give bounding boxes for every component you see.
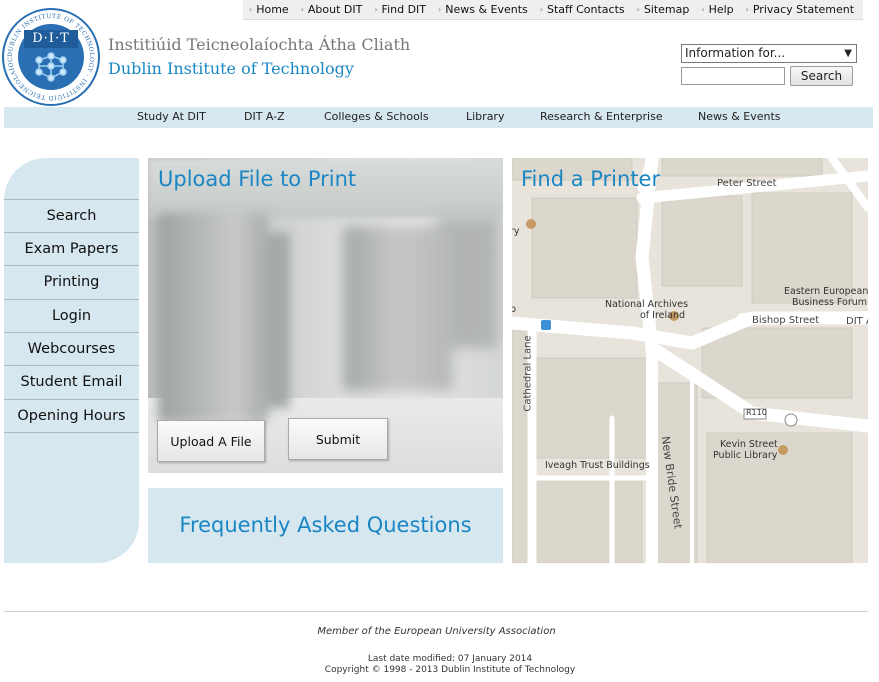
map-label-eastern-european: Eastern European [784,286,868,297]
map-label-national-archives: National Archives [605,299,689,310]
footer-copyright: Copyright © 1998 - 2013 Dublin Institute… [324,665,576,675]
search-input[interactable] [681,67,785,85]
dit-logo[interactable]: DUBLIN INSTITUTE OF TECHNOLOGY · INSTITI… [2,8,100,106]
sidebar: Search Exam Papers Printing Login Webcou… [4,158,139,563]
sidebar-item-printing[interactable]: Printing [4,265,139,298]
map-label-dit: DIT A [846,316,868,327]
photo-printer [343,226,453,391]
map-label-iveagh-trust: Iveagh Trust Buildings [545,460,650,471]
sidebar-item-opening-hours[interactable]: Opening Hours [4,399,139,433]
place-marker [526,219,536,229]
printer-map[interactable]: Find a Printer Peter Street ry b Eastern… [512,158,868,563]
chevron-right-icon: › [745,5,749,14]
main-nav-study[interactable]: Study At DIT [137,110,206,123]
search-button[interactable]: Search [790,66,853,86]
chevron-right-icon: › [701,5,705,14]
clock-icon [784,413,798,427]
chevron-right-icon: › [438,5,442,14]
chevron-right-icon: › [539,5,543,14]
utility-nav-home[interactable]: › Home [249,3,289,16]
sidebar-item-login[interactable]: Login [4,299,139,332]
footer-last-modified: Last date modified: 07 January 2014 [367,654,533,664]
utility-nav-label: About DIT [307,3,363,16]
map-label-bishop-street: Bishop Street [752,315,820,326]
upload-panel: Upload File to Print Upload A File Submi… [148,158,503,473]
sidebar-item-exam-papers[interactable]: Exam Papers [4,232,139,265]
utility-nav-staff[interactable]: › Staff Contacts [540,3,625,16]
footer-divider [4,611,868,612]
chevron-right-icon: › [249,5,253,14]
main-nav: Study At DIT DIT A-Z Colleges & Schools … [4,107,873,128]
dropdown-arrow-icon: ▼ [844,48,852,59]
upload-file-button[interactable]: Upload A File [157,420,265,462]
chevron-right-icon: › [636,5,640,14]
chevron-right-icon: › [300,5,304,14]
utility-nav: › Home › About DIT › Find DIT › News & Event… [243,0,863,20]
sidebar-item-webcourses[interactable]: Webcourses [4,332,139,365]
institute-name-irish: Institiúid Teicneolaíochta Átha Cliath [108,35,411,54]
utility-nav-find[interactable]: › Find DIT [374,3,426,16]
main-nav-library[interactable]: Library [466,110,504,123]
molecule-icon [35,52,67,82]
utility-nav-label: Privacy Statement [752,3,855,16]
utility-nav-help[interactable]: › Help [701,3,733,16]
upload-panel-title: Upload File to Print [158,167,357,191]
map-label-edge: b [512,304,517,315]
institute-name-english: Dublin Institute of Technology [108,59,354,78]
sidebar-item-student-email[interactable]: Student Email [4,365,139,398]
map-graphic [512,158,868,563]
logo-abbr: D·I·T [24,30,78,48]
bus-stop-icon [541,320,551,330]
utility-nav-label: Home [256,3,289,16]
map-label-r110: R110 [746,408,767,417]
utility-nav-label: Help [708,3,734,16]
utility-nav-label: Sitemap [643,3,690,16]
chevron-right-icon: › [374,5,378,14]
map-label-national-archives: of Ireland [640,310,686,321]
main-nav-research[interactable]: Research & Enterprise [540,110,663,123]
photo-printer [158,213,268,423]
utility-nav-privacy[interactable]: › Privacy Statement [746,3,854,16]
utility-nav-label: Staff Contacts [546,3,625,16]
map-label-edge: ry [512,226,520,237]
information-for-select[interactable]: Information for... ▼ [681,44,857,63]
sidebar-item-search[interactable]: Search [4,199,139,232]
map-label-kevin-street: Public Library [713,450,778,461]
main-nav-az[interactable]: DIT A-Z [244,110,285,123]
submit-button[interactable]: Submit [288,418,388,460]
place-marker [778,445,788,455]
main-nav-colleges[interactable]: Colleges & Schools [324,110,429,123]
utility-nav-about[interactable]: › About DIT [301,3,363,16]
utility-nav-label: Find DIT [381,3,427,16]
map-label-kevin-street: Kevin Street [720,439,778,450]
utility-nav-sitemap[interactable]: › Sitemap [637,3,690,16]
select-value: Information for... [685,46,786,60]
map-panel-title: Find a Printer [521,167,661,191]
main-nav-news[interactable]: News & Events [698,110,781,123]
map-label-eastern-european: Business Forum [792,297,868,308]
utility-nav-label: News & Events [445,3,528,16]
footer-member-text: Member of the European University Associ… [317,626,556,637]
utility-nav-news[interactable]: › News & Events [438,3,528,16]
faq-link[interactable]: Frequently Asked Questions [148,488,503,563]
map-label-cathedral-lane: Cathedral Lane [522,335,534,412]
map-label-peter-street: Peter Street [717,178,777,189]
